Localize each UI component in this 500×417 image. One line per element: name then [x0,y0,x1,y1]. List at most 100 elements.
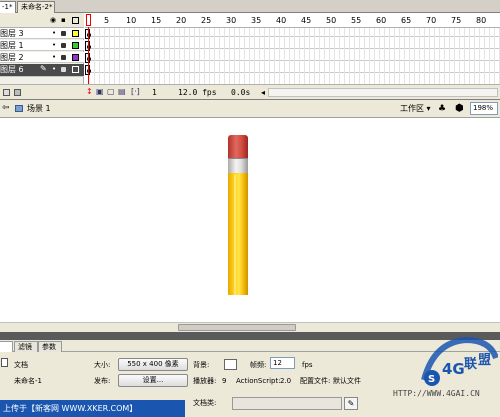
insert-layer-icon[interactable] [3,89,10,96]
size-label: 大小: [94,361,111,369]
settings-button[interactable]: 设置... [118,374,188,387]
lock-icon[interactable] [61,55,66,60]
stage-horizontal-scrollbar[interactable] [0,322,500,332]
site-seal-logo: S 4G 联 盟 [421,336,498,386]
timeline-status-bar: ↕ ▣ ▢ ▤ [·] 1 12.0 fps 0.0s ◂ [0,84,500,100]
document-class-input[interactable] [232,397,342,410]
playhead-line [88,27,89,84]
scrollbar-thumb[interactable] [178,324,296,331]
ruler-number: 50 [326,16,337,25]
layer-row[interactable]: 图层 1 • [0,40,84,51]
outline-color-icon[interactable] [72,54,79,61]
frame-rate-input[interactable]: 12 [270,357,295,369]
workspace-label: 工作区 [400,104,424,113]
profile-value: 默认文件 [333,377,361,385]
ruler-number: 60 [376,16,387,25]
layer-name: 图层 2 [0,53,24,62]
frame-grid[interactable] [85,28,500,84]
document-icon [1,358,8,367]
frame-rate: 12.0 fps [178,88,217,97]
tab-properties[interactable] [0,341,13,352]
onion-outline-icon[interactable]: ▢ [107,88,115,96]
back-arrow-icon[interactable]: ⇦ [2,103,10,114]
layer-header: ◉ ▪ [0,13,84,28]
timeline-panel: ◉ ▪ 图层 3 • 图层 1 • 图层 2 • 图层 6 ✎ • 5 10 1… [0,13,500,100]
frame-area[interactable]: 1 5 10 15 20 25 30 35 40 45 50 55 60 65 … [85,13,500,84]
tab-filters[interactable]: 滤镜 [14,341,38,352]
delete-layer-icon[interactable] [14,89,21,96]
doc-type-label: 文档 [14,361,28,369]
background-color-swatch[interactable] [224,359,237,370]
onion-skin-icon[interactable]: ▣ [96,88,104,96]
document-tab-1[interactable]: -1* [0,1,16,13]
layer-row-selected[interactable]: 图层 6 ✎ • [0,64,84,77]
ruler-number: 65 [401,16,412,25]
actionscript-label: ActionScript: [236,377,281,385]
ruler-number: 35 [251,16,262,25]
ruler-number: 55 [351,16,362,25]
workspace-menu[interactable]: 工作区 ▾ [400,104,431,114]
ruler-number: 10 [126,16,137,25]
edit-multiple-frames-icon[interactable]: ▤ [118,88,126,96]
playhead-handle[interactable] [86,14,91,26]
background-label: 背景: [193,361,210,369]
visibility-dot-icon[interactable]: • [52,42,56,49]
actionscript-version: 2.0 [280,377,292,385]
svg-text:4G: 4G [442,360,465,378]
scroll-left-icon[interactable]: ◂ [261,88,268,97]
ruler-number: 80 [476,16,487,25]
svg-text:盟: 盟 [478,352,491,368]
flash-ide-window: -1* 未命名-2* ◉ ▪ 图层 3 • 图层 1 • 图层 2 • 图层 6… [0,0,500,417]
center-frame-icon[interactable]: ↕ [86,88,93,96]
visibility-dot-icon[interactable]: • [52,54,56,61]
layer-row[interactable]: 图层 3 • [0,28,84,39]
onion-markers-icon[interactable]: [·] [131,88,140,96]
layer-row[interactable]: 图层 2 • [0,52,84,63]
outline-icon[interactable] [72,17,79,24]
lock-icon[interactable] [61,31,66,36]
scene-label[interactable]: 场景 1 [27,104,51,114]
pencil-eraser[interactable] [228,135,248,159]
stage[interactable] [0,118,500,322]
doc-name: 未命名-1 [14,377,42,385]
lock-icon[interactable] [61,43,66,48]
edit-symbols-icon[interactable]: ♣ [438,104,446,114]
lock-icon[interactable] [61,67,66,72]
edit-scene-icon[interactable]: ⬢ [455,103,464,114]
ruler-number: 15 [151,16,162,25]
pencil-highlight [234,175,236,295]
outline-color-icon[interactable] [72,30,79,37]
current-frame: 1 [152,88,157,97]
document-class-label: 文档类: [193,399,217,407]
ruler-number: 45 [301,16,312,25]
eye-icon[interactable]: ◉ [50,16,56,24]
edit-pencil-icon[interactable]: ✎ [344,397,358,410]
visibility-dot-icon[interactable]: • [52,30,56,37]
fps-unit: fps [302,361,313,369]
tab-parameters[interactable]: 参数 [38,341,62,352]
scene-icon [15,105,23,112]
ruler-number: 70 [426,16,437,25]
timeline-horizontal-scrollbar[interactable] [268,88,498,97]
svg-text:S: S [428,374,435,385]
edit-bar: ⇦ 场景 1 工作区 ▾ ♣ ⬢ 198% [0,100,500,118]
outline-color-icon[interactable] [72,42,79,49]
lock-icon[interactable]: ▪ [61,16,66,24]
playhead[interactable] [86,13,91,84]
document-tab-bar: -1* 未命名-2* [0,0,500,13]
document-tab-2[interactable]: 未命名-2* [17,1,55,13]
ruler-number: 5 [104,16,110,25]
player-version: 9 [222,377,227,385]
outline-color-icon[interactable] [72,66,79,73]
ruler-number: 75 [451,16,462,25]
visibility-dot-icon[interactable]: • [52,66,56,73]
svg-text:联: 联 [464,357,477,372]
size-button[interactable]: 550 x 400 像素 [118,358,188,371]
pencil-body[interactable] [228,173,248,295]
pencil-icon: ✎ [40,64,47,73]
ruler-number: 20 [176,16,187,25]
ruler-number: 30 [226,16,237,25]
frame-ruler[interactable]: 1 5 10 15 20 25 30 35 40 45 50 55 60 65 … [85,13,500,28]
zoom-field[interactable]: 198% [470,102,498,115]
layer-name: 图层 6 [0,65,24,74]
